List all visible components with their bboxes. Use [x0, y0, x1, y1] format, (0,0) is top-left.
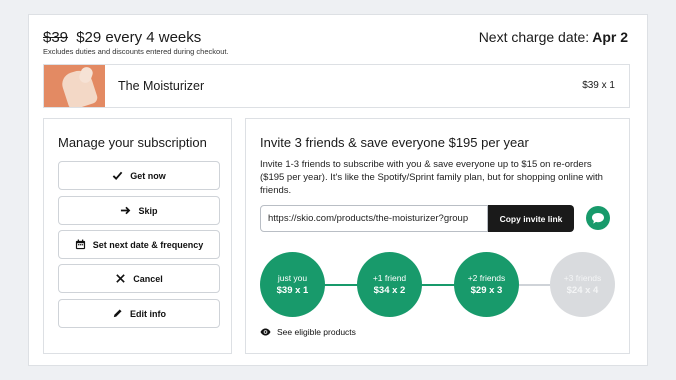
manage-title: Manage your subscription: [58, 135, 207, 150]
product-row[interactable]: The Moisturizer $39 x 1: [43, 64, 630, 108]
skip-label: Skip: [138, 205, 158, 216]
pricing-tiers: just you $39 x 1 +1 friend $34 x 2 +2 fr…: [260, 252, 616, 318]
tier-label: +3 friends: [563, 273, 602, 283]
edit-info-label: Edit info: [130, 308, 166, 319]
price-line: $39 $29 every 4 weeks: [43, 29, 201, 46]
tier-plus-1-friend: +1 friend $34 x 2: [357, 252, 422, 317]
tier-just-you: just you $39 x 1: [260, 252, 325, 317]
next-charge-label: Next charge date:: [478, 29, 590, 45]
tier-label: just you: [277, 273, 308, 283]
arrow-right-icon: [121, 206, 131, 215]
see-eligible-products-link[interactable]: See eligible products: [260, 327, 356, 337]
product-name: The Moisturizer: [118, 79, 205, 93]
original-price: $39: [43, 29, 69, 46]
set-next-date-button[interactable]: Set next date & frequency: [58, 230, 220, 259]
eye-icon: [260, 328, 271, 336]
pencil-icon: [113, 309, 122, 318]
tier-price: $34 x 2: [373, 285, 406, 296]
invite-description: Invite 1-3 friends to subscribe with you…: [260, 159, 603, 196]
tier-price: $29 x 3: [470, 285, 503, 296]
cancel-button[interactable]: Cancel: [58, 264, 220, 293]
product-price-quantity: $39 x 1: [582, 80, 615, 91]
check-icon: [112, 171, 123, 181]
chat-share-button[interactable]: [586, 206, 610, 230]
tier-label: +2 friends: [467, 273, 506, 283]
get-now-label: Get now: [130, 170, 166, 181]
set-next-date-label: Set next date & frequency: [92, 239, 204, 250]
tier-price: $39 x 1: [276, 285, 309, 296]
tier-price: $24 x 4: [566, 285, 599, 296]
tier-plus-2-friends: +2 friends $29 x 3: [454, 252, 519, 317]
tier-label: +1 friend: [372, 273, 407, 283]
manage-subscription-panel: Manage your subscription Get now Skip Se…: [43, 118, 232, 354]
subscription-card: $39 $29 every 4 weeks Excludes duties an…: [28, 14, 648, 366]
skip-button[interactable]: Skip: [58, 196, 220, 225]
chat-bubble-icon: [592, 212, 604, 224]
see-eligible-label: See eligible products: [277, 327, 356, 337]
invite-title: Invite 3 friends & save everyone $195 pe…: [260, 135, 529, 150]
next-charge-value: Apr 2: [592, 29, 628, 45]
next-charge-date: Next charge date: Apr 2: [479, 29, 628, 45]
edit-info-button[interactable]: Edit info: [58, 299, 220, 328]
get-now-button[interactable]: Get now: [58, 161, 220, 190]
product-thumbnail: [44, 65, 105, 107]
tier-plus-3-friends: +3 friends $24 x 4: [550, 252, 615, 317]
subscription-price: $29 every 4 weeks: [76, 29, 202, 46]
calendar-icon: [75, 239, 85, 250]
invite-friends-panel: Invite 3 friends & save everyone $195 pe…: [245, 118, 630, 354]
x-icon: [116, 274, 125, 283]
cancel-label: Cancel: [133, 273, 163, 284]
copy-invite-link-button[interactable]: Copy invite link: [488, 205, 574, 232]
price-disclaimer: Excludes duties and discounts entered du…: [43, 47, 229, 56]
invite-url-field[interactable]: https://skio.com/products/the-moisturize…: [260, 205, 488, 232]
